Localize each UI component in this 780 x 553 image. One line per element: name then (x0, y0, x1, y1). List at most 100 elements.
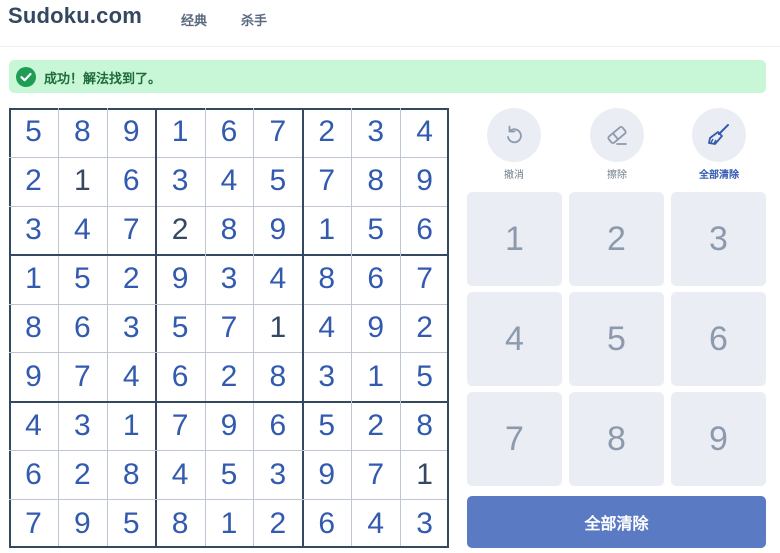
erase-button[interactable] (590, 108, 644, 162)
board-cell[interactable]: 4 (253, 255, 302, 304)
board-cell[interactable]: 8 (400, 401, 449, 450)
board-cell[interactable]: 9 (253, 206, 302, 255)
board-cell[interactable]: 5 (107, 499, 156, 548)
board-cell[interactable]: 4 (107, 352, 156, 401)
numpad-key-3[interactable]: 3 (671, 192, 766, 286)
board-cell[interactable]: 5 (9, 108, 58, 157)
board-cell[interactable]: 9 (9, 352, 58, 401)
board-cell[interactable]: 2 (156, 206, 205, 255)
board-cell[interactable]: 6 (156, 352, 205, 401)
board-cell[interactable]: 4 (9, 401, 58, 450)
board-cell[interactable]: 6 (302, 499, 351, 548)
board-cell[interactable]: 8 (351, 157, 400, 206)
board-cell[interactable]: 9 (351, 304, 400, 353)
board-cell[interactable]: 8 (253, 352, 302, 401)
numpad-key-5[interactable]: 5 (569, 292, 664, 386)
board-cell[interactable]: 5 (58, 255, 107, 304)
numpad-key-9[interactable]: 9 (671, 392, 766, 486)
board-cell[interactable]: 7 (156, 401, 205, 450)
board-cell[interactable]: 3 (156, 157, 205, 206)
board-cell[interactable]: 6 (253, 401, 302, 450)
board-cell[interactable]: 4 (351, 499, 400, 548)
board-cell[interactable]: 6 (351, 255, 400, 304)
board-cell[interactable]: 3 (9, 206, 58, 255)
board-cell[interactable]: 7 (400, 255, 449, 304)
board-cell[interactable]: 5 (156, 304, 205, 353)
board-cell[interactable]: 5 (351, 206, 400, 255)
board-cell[interactable]: 7 (205, 304, 254, 353)
board-cell[interactable]: 2 (205, 352, 254, 401)
clear-all-tool-button[interactable] (692, 108, 746, 162)
board-cell[interactable]: 6 (400, 206, 449, 255)
board-cell[interactable]: 2 (107, 255, 156, 304)
board-cell[interactable]: 3 (302, 352, 351, 401)
board-cell[interactable]: 7 (302, 157, 351, 206)
board-cell[interactable]: 2 (253, 499, 302, 548)
board-cell[interactable]: 3 (107, 304, 156, 353)
board-cell[interactable]: 1 (400, 450, 449, 499)
board-cell[interactable]: 5 (400, 352, 449, 401)
board-cell[interactable]: 8 (107, 450, 156, 499)
board-cell[interactable]: 1 (351, 352, 400, 401)
broom-icon (708, 124, 729, 145)
site-logo[interactable]: Sudoku.com (8, 3, 142, 29)
board-cell[interactable]: 5 (253, 157, 302, 206)
board-cell[interactable]: 4 (156, 450, 205, 499)
board-cell[interactable]: 6 (9, 450, 58, 499)
board-cell[interactable]: 9 (58, 499, 107, 548)
board-cell[interactable]: 7 (9, 499, 58, 548)
board-cell[interactable]: 5 (302, 401, 351, 450)
board-cell[interactable]: 3 (400, 499, 449, 548)
board-cell[interactable]: 9 (156, 255, 205, 304)
board-cell[interactable]: 3 (205, 255, 254, 304)
board-cell[interactable]: 1 (9, 255, 58, 304)
board-cell[interactable]: 7 (58, 352, 107, 401)
board-cell[interactable]: 4 (205, 157, 254, 206)
board-cell[interactable]: 9 (302, 450, 351, 499)
board-cell[interactable]: 7 (253, 108, 302, 157)
board-cell[interactable]: 9 (107, 108, 156, 157)
nav-killer[interactable]: 杀手 (241, 10, 267, 29)
numpad-key-1[interactable]: 1 (467, 192, 562, 286)
board-cell[interactable]: 1 (156, 108, 205, 157)
board-cell[interactable]: 2 (9, 157, 58, 206)
board-cell[interactable]: 2 (400, 304, 449, 353)
board-cell[interactable]: 9 (205, 401, 254, 450)
board-cell[interactable]: 3 (351, 108, 400, 157)
board-cell[interactable]: 8 (58, 108, 107, 157)
board-cell[interactable]: 1 (253, 304, 302, 353)
board-cell[interactable]: 4 (400, 108, 449, 157)
board-cell[interactable]: 1 (205, 499, 254, 548)
numpad-key-6[interactable]: 6 (671, 292, 766, 386)
board-cell[interactable]: 7 (107, 206, 156, 255)
board-cell[interactable]: 1 (302, 206, 351, 255)
board-cell[interactable]: 1 (107, 401, 156, 450)
numpad-key-4[interactable]: 4 (467, 292, 562, 386)
numpad-key-8[interactable]: 8 (569, 392, 664, 486)
cell-gridline (400, 108, 402, 548)
cell-gridline (253, 108, 255, 548)
numpad-key-2[interactable]: 2 (569, 192, 664, 286)
board-cell[interactable]: 8 (156, 499, 205, 548)
board-cell[interactable]: 1 (58, 157, 107, 206)
board-cell[interactable]: 2 (58, 450, 107, 499)
board-cell[interactable]: 9 (400, 157, 449, 206)
board-cell[interactable]: 4 (58, 206, 107, 255)
board-cell[interactable]: 5 (205, 450, 254, 499)
board-cell[interactable]: 3 (253, 450, 302, 499)
board-cell[interactable]: 8 (9, 304, 58, 353)
board-cell[interactable]: 3 (58, 401, 107, 450)
board-cell[interactable]: 7 (351, 450, 400, 499)
board-cell[interactable]: 8 (302, 255, 351, 304)
clear-all-button[interactable]: 全部清除 (467, 496, 766, 548)
board-cell[interactable]: 8 (205, 206, 254, 255)
numpad-key-7[interactable]: 7 (467, 392, 562, 486)
undo-button[interactable] (487, 108, 541, 162)
board-cell[interactable]: 4 (302, 304, 351, 353)
board-cell[interactable]: 6 (58, 304, 107, 353)
board-cell[interactable]: 6 (205, 108, 254, 157)
board-cell[interactable]: 2 (351, 401, 400, 450)
nav-classic[interactable]: 经典 (181, 10, 207, 29)
board-cell[interactable]: 6 (107, 157, 156, 206)
board-cell[interactable]: 2 (302, 108, 351, 157)
